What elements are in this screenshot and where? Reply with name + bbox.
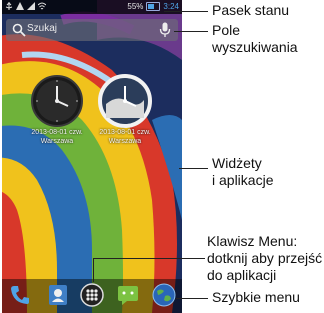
phone-icon[interactable] — [8, 283, 32, 307]
clock-widget-2[interactable] — [98, 74, 152, 128]
clock-widget-2-label: 2013-08-01 czw. Warszawa — [99, 129, 151, 145]
battery-icon — [146, 2, 161, 11]
callout-line-status-bar — [164, 11, 208, 12]
search-bar[interactable]: Szukaj — [6, 19, 178, 41]
callout-menu-line2: dotknij aby przejść — [207, 250, 323, 266]
callout-status-bar: Pasek stanu — [212, 2, 290, 18]
callout-line-menu-h — [93, 258, 205, 259]
status-time: 3:24 — [163, 2, 179, 11]
usb-icon — [5, 2, 13, 10]
callout-widgets-line1: Widżety — [212, 155, 262, 171]
search-input[interactable]: Szukaj — [27, 23, 57, 34]
contacts-icon[interactable] — [46, 283, 70, 307]
wifi-icon — [38, 2, 46, 10]
search-icon[interactable] — [12, 23, 26, 37]
callout-line-widgets — [179, 168, 208, 169]
callout-line-quick-menu — [176, 298, 208, 299]
apps-menu-icon[interactable] — [80, 283, 104, 307]
battery-percent: 55% — [127, 2, 144, 11]
callout-line-search — [174, 31, 208, 32]
callout-menu-line3: do aplikacji — [207, 267, 277, 283]
signal-icon — [27, 2, 35, 10]
balloon-wallpaper — [2, 0, 182, 313]
warning-icon — [16, 2, 24, 10]
mic-icon[interactable] — [159, 22, 171, 38]
callout-menu-line1: Klawisz Menu: — [207, 233, 298, 249]
dock — [2, 279, 182, 313]
callout-line-menu-v — [93, 258, 94, 282]
callout-search-line1: Pole — [212, 22, 241, 38]
browser-icon[interactable] — [152, 283, 176, 307]
clock-widget-1[interactable] — [30, 74, 84, 128]
phone-screen: 55% 3:24 Szukaj 2013-08-01 czw. Warszawa — [2, 0, 182, 313]
callout-widgets-line2: i aplikacje — [212, 172, 274, 188]
messaging-icon[interactable] — [116, 283, 140, 307]
callout-quick-menu: Szybkie menu — [212, 289, 300, 305]
status-bar[interactable]: 55% 3:24 — [2, 0, 182, 14]
callout-search-line2: wyszukiwania — [212, 39, 298, 55]
